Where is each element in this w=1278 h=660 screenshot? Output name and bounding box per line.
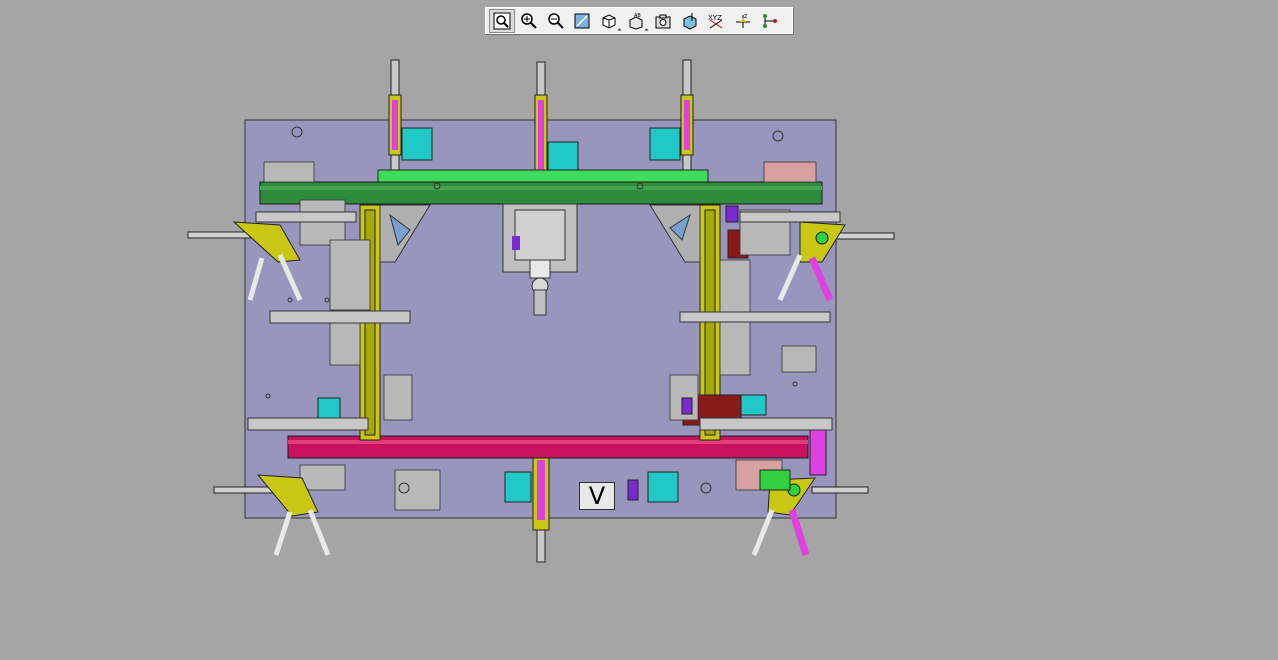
display-style-icon: AB — [629, 13, 643, 30]
zoom-area-button[interactable] — [570, 10, 594, 32]
measure-icon: Z — [736, 14, 751, 28]
view-orientation-icon — [602, 13, 616, 29]
svg-text:AB: AB — [634, 13, 641, 19]
zoom-fit-icon — [493, 12, 511, 29]
view-orientation-button[interactable] — [597, 10, 622, 33]
network-icon — [762, 13, 777, 28]
hide-show-icon: XYZ — [708, 14, 723, 28]
zoom-area-icon — [574, 13, 590, 28]
display-style-button[interactable]: AB — [624, 10, 649, 33]
svg-text:Z: Z — [744, 14, 748, 20]
zoom-out-button[interactable] — [544, 10, 568, 32]
network-button[interactable] — [758, 10, 782, 32]
zoom-in-button[interactable] — [517, 10, 541, 32]
measure-button[interactable]: Z — [731, 10, 755, 32]
model-label-text: V — [588, 482, 606, 510]
snapshot-icon — [655, 14, 671, 28]
cad-model-drawing — [187, 59, 895, 563]
hide-show-button[interactable]: XYZ — [704, 10, 728, 32]
zoom-in-icon — [521, 12, 537, 29]
model-label-box: V — [579, 482, 615, 510]
zoom-fit-button[interactable] — [489, 8, 515, 33]
section-view-icon — [683, 12, 697, 30]
section-view-button[interactable] — [678, 10, 702, 32]
cad-viewport[interactable]: V — [0, 0, 1278, 660]
zoom-out-icon — [547, 12, 564, 29]
snapshot-button[interactable] — [651, 10, 675, 32]
view-toolbar: AB XYZ Z — [485, 7, 793, 34]
